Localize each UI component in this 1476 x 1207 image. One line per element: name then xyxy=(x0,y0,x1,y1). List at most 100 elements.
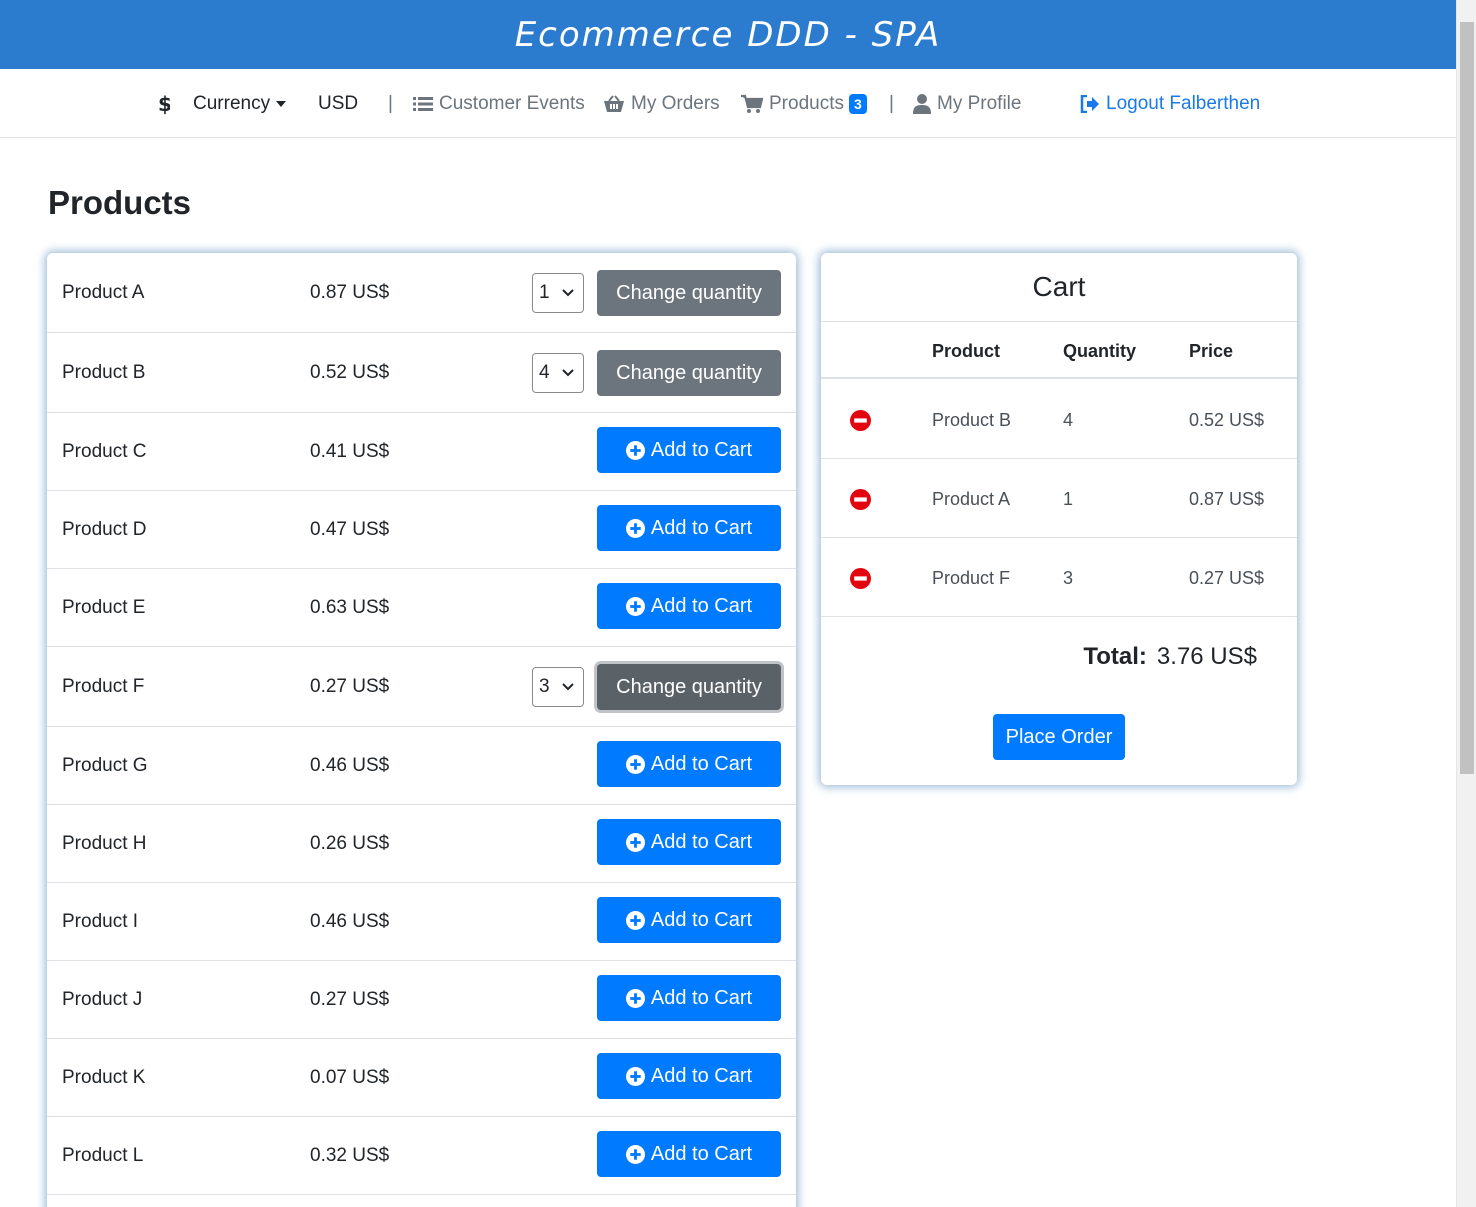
cart-quantity: 3 xyxy=(1063,568,1074,588)
product-row: Product G 0.46 US$ Add to Cart xyxy=(47,727,796,805)
cart-table-header: Product Quantity Price xyxy=(821,322,1297,379)
nav-products[interactable]: Products 3 xyxy=(741,69,867,138)
minus-circle-icon[interactable] xyxy=(850,568,871,589)
plus-circle-icon xyxy=(625,1144,645,1164)
cart-price: 0.87 US$ xyxy=(1189,489,1265,509)
plus-circle-icon xyxy=(625,518,645,538)
add-to-cart-button[interactable]: Add to Cart xyxy=(597,1053,781,1099)
nav-customer-events-label: Customer Events xyxy=(439,92,585,114)
cart-count-badge: 3 xyxy=(848,93,867,114)
nav-separator: | xyxy=(889,92,894,114)
product-name: Product L xyxy=(62,1145,144,1166)
caret-down-icon xyxy=(276,100,287,107)
add-to-cart-button[interactable]: Add to Cart xyxy=(597,427,781,473)
plus-circle-icon xyxy=(625,596,645,616)
cart-price: 0.52 US$ xyxy=(1189,410,1265,430)
product-name: Product H xyxy=(62,833,147,854)
product-price: 0.26 US$ xyxy=(310,833,390,854)
nav-my-orders-label: My Orders xyxy=(631,92,720,114)
cart-col-price: Price xyxy=(1189,341,1234,361)
page-title: Products xyxy=(48,184,192,221)
change-quantity-button[interactable]: Change quantity xyxy=(597,664,781,710)
cart-col-quantity: Quantity xyxy=(1063,341,1137,361)
nav-products-label: Products xyxy=(769,92,844,114)
sign-out-icon xyxy=(1080,94,1099,113)
plus-circle-icon xyxy=(625,910,645,930)
nav-my-profile[interactable]: My Profile xyxy=(913,69,1021,138)
chevron-down-icon xyxy=(562,369,574,377)
plus-circle-icon xyxy=(625,988,645,1008)
svg-text:$: $ xyxy=(158,93,170,115)
products-list: Product A 0.87 US$ 1 Change quantity Product… xyxy=(47,253,796,1207)
quantity-select-value: 4 xyxy=(539,362,550,383)
product-row: Product I 0.46 US$ Add to Cart xyxy=(47,883,796,961)
scrollbar-thumb[interactable] xyxy=(1460,22,1474,774)
logout-label: Logout Falberthen xyxy=(1106,92,1261,114)
add-to-cart-label: Add to Cart xyxy=(650,908,753,931)
product-name: Product J xyxy=(62,989,143,1010)
currency-dropdown[interactable]: Currency xyxy=(193,69,287,138)
product-row: Product L 0.32 US$ Add to Cart xyxy=(47,1117,796,1195)
cart-product: Product B xyxy=(932,410,1012,430)
cart-icon xyxy=(741,94,763,113)
product-price: 0.46 US$ xyxy=(310,755,390,776)
add-to-cart-button[interactable]: Add to Cart xyxy=(597,505,781,551)
cart-col-product: Product xyxy=(932,341,1001,361)
product-row: Product J 0.27 US$ Add to Cart xyxy=(47,961,796,1039)
basket-icon xyxy=(604,94,624,112)
add-to-cart-label: Add to Cart xyxy=(650,516,753,539)
app-title: Ecommerce DDD - SPA xyxy=(514,14,942,55)
add-to-cart-label: Add to Cart xyxy=(650,1142,753,1165)
product-row: Product A 0.87 US$ 1 Change quantity xyxy=(47,253,796,333)
product-name: Product E xyxy=(62,597,146,618)
chevron-down-icon xyxy=(562,683,574,691)
add-to-cart-button[interactable]: Add to Cart xyxy=(597,741,781,787)
change-quantity-button[interactable]: Change quantity xyxy=(597,270,781,316)
cart-quantity: 1 xyxy=(1063,489,1074,509)
product-row: Product E 0.63 US$ Add to Cart xyxy=(47,569,796,647)
quantity-select[interactable]: 3 xyxy=(532,667,584,707)
product-price: 0.27 US$ xyxy=(310,989,390,1010)
product-row: Product F 0.27 US$ 3 Change quantity xyxy=(47,647,796,727)
nav-my-orders[interactable]: My Orders xyxy=(603,69,720,138)
cart-price: 0.27 US$ xyxy=(1189,568,1265,588)
currency-dropdown-label: Currency xyxy=(193,92,271,114)
product-row: Product C 0.41 US$ Add to Cart xyxy=(47,413,796,491)
cart-product: Product A xyxy=(932,489,1011,509)
cart-title: Cart xyxy=(821,253,1297,322)
logout-link[interactable]: Logout Falberthen xyxy=(1080,69,1260,138)
product-name: Product I xyxy=(62,911,139,932)
cart-row: Product A 1 0.87 US$ xyxy=(821,459,1297,538)
quantity-select[interactable]: 1 xyxy=(532,273,584,313)
add-to-cart-label: Add to Cart xyxy=(650,986,753,1009)
cart-total: Total: 3.76 US$ xyxy=(1083,643,1257,671)
product-name: Product A xyxy=(62,282,145,303)
add-to-cart-button[interactable]: Add to Cart xyxy=(597,819,781,865)
add-to-cart-button[interactable]: Add to Cart xyxy=(597,583,781,629)
add-to-cart-button[interactable]: Add to Cart xyxy=(597,975,781,1021)
product-price: 0.07 US$ xyxy=(310,1067,390,1088)
navbar: $ Currency USD | Customer Events My Orde… xyxy=(0,69,1456,138)
user-icon xyxy=(913,93,931,114)
change-quantity-button[interactable]: Change quantity xyxy=(597,350,781,396)
nav-customer-events[interactable]: Customer Events xyxy=(413,69,585,138)
currency-value: USD xyxy=(318,92,359,114)
product-price: 0.52 US$ xyxy=(310,362,390,383)
minus-circle-icon[interactable] xyxy=(850,410,871,431)
add-to-cart-label: Add to Cart xyxy=(650,438,753,461)
add-to-cart-button[interactable]: Add to Cart xyxy=(597,1131,781,1177)
plus-circle-icon xyxy=(625,754,645,774)
quantity-select-value: 3 xyxy=(539,676,550,697)
minus-circle-icon[interactable] xyxy=(850,489,871,510)
product-name: Product B xyxy=(62,362,146,383)
product-name: Product D xyxy=(62,519,147,540)
page-scrollbar[interactable] xyxy=(1456,0,1476,1207)
product-price: 0.41 US$ xyxy=(310,441,390,462)
product-name: Product G xyxy=(62,755,148,776)
product-name: Product F xyxy=(62,676,145,697)
nav-separator: | xyxy=(388,92,393,114)
add-to-cart-button[interactable]: Add to Cart xyxy=(597,897,781,943)
quantity-select[interactable]: 4 xyxy=(532,353,584,393)
dollar-icon: $ xyxy=(158,69,176,138)
place-order-button[interactable]: Place Order xyxy=(993,714,1125,760)
